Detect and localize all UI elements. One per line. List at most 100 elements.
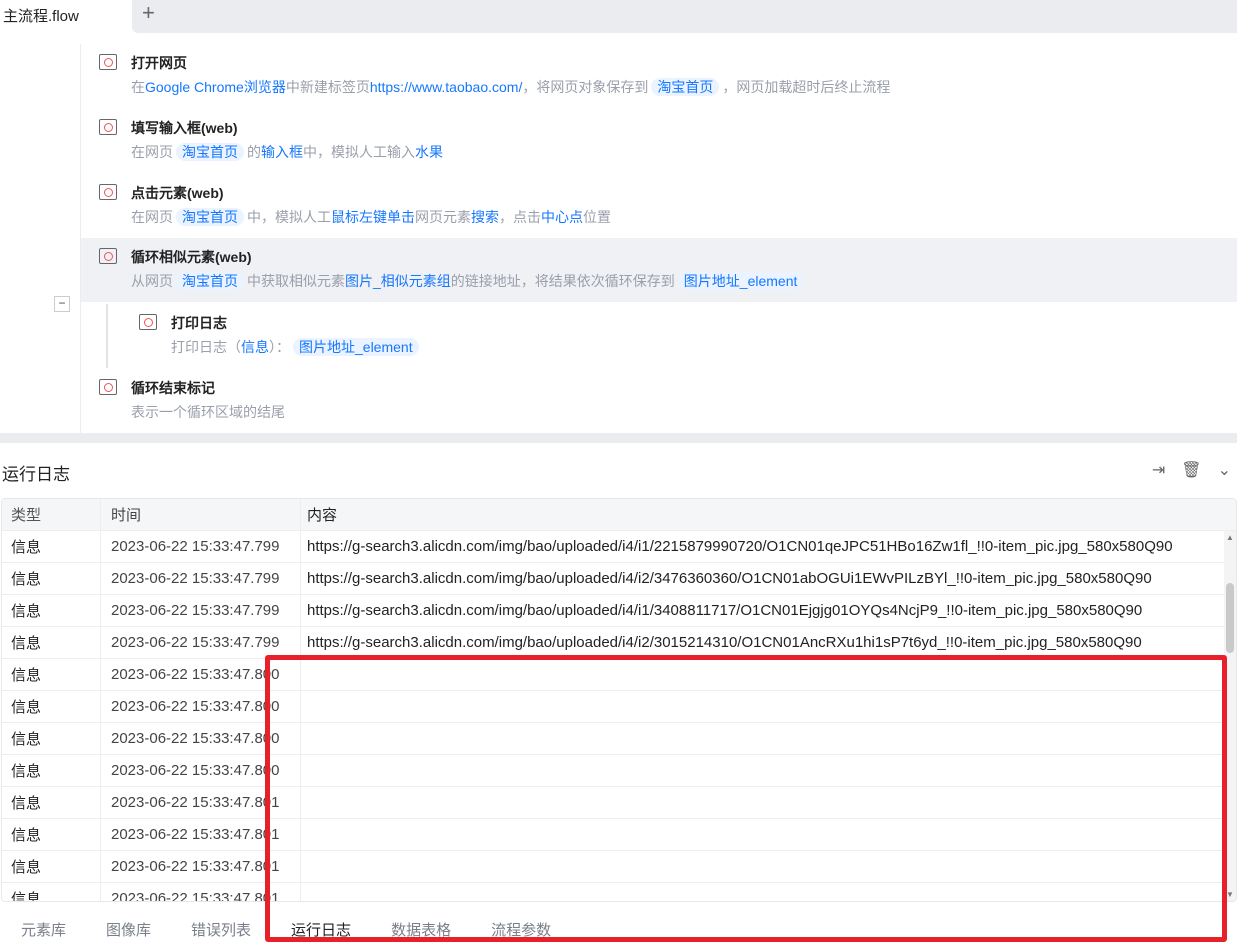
log-table: 类型 时间 内容 信息 2023-06-22 15:33:47.799 https:… bbox=[1, 498, 1237, 902]
table-row[interactable]: 信息 2023-06-22 15:33:47.799 https://g-searc… bbox=[2, 531, 1236, 563]
bottom-tab[interactable]: 运行日志 bbox=[291, 919, 351, 950]
cell-content: https://g-search3.alicdn.com/img/bao/upl… bbox=[307, 634, 1142, 651]
cell-type: 信息 bbox=[2, 563, 101, 594]
table-row[interactable]: 信息 2023-06-22 15:33:47.801 bbox=[2, 851, 1236, 883]
cell-time: 2023-06-22 15:33:47.800 bbox=[101, 659, 301, 690]
desc-fragment: https://www.taobao.com/ bbox=[369, 79, 523, 95]
scroll-up-icon[interactable]: ▲ bbox=[1226, 533, 1234, 542]
table-row[interactable]: 信息 2023-06-22 15:33:47.799 https://g-searc… bbox=[2, 595, 1236, 627]
file-tab-bar: 主流程.flow + bbox=[0, 0, 1237, 34]
flow-editor: − 打开网页 在Google Chrome浏览器中新建标签页https://www… bbox=[0, 34, 1237, 433]
flow-step[interactable]: 填写输入框(web) 在网页 淘宝首页 的输入框中，模拟人工输入水果 bbox=[81, 109, 1237, 173]
cell-content: https://g-search3.alicdn.com/img/bao/upl… bbox=[307, 602, 1143, 619]
cell-time: 2023-06-22 15:33:47.800 bbox=[101, 691, 301, 722]
loop-nest-line bbox=[106, 304, 108, 368]
bottom-tab[interactable]: 错误列表 bbox=[191, 919, 251, 950]
step-icon bbox=[139, 314, 157, 330]
cell-content: https://g-search3.alicdn.com/img/bao/upl… bbox=[307, 538, 1173, 555]
step-description: 在网页 淘宝首页 中，模拟人工鼠标左键单击网页元素搜索，点击中心点位置 bbox=[131, 207, 611, 227]
cell-content bbox=[301, 691, 1224, 722]
desc-fragment: 的 bbox=[247, 144, 261, 160]
desc-fragment: ，点击 bbox=[499, 209, 541, 225]
scroll-down-icon[interactable]: ▼ bbox=[1226, 890, 1234, 899]
cell-type: 信息 bbox=[2, 531, 101, 562]
table-row[interactable]: 信息 2023-06-22 15:33:47.799 https://g-searc… bbox=[2, 627, 1236, 659]
desc-fragment: 网页元素 bbox=[415, 209, 471, 225]
cell-time: 2023-06-22 15:33:47.800 bbox=[101, 755, 301, 786]
table-row[interactable]: 信息 2023-06-22 15:33:47.800 bbox=[2, 659, 1236, 691]
cell-type: 信息 bbox=[2, 691, 101, 722]
desc-fragment: 中心点 bbox=[541, 209, 583, 225]
desc-fragment: 输入框 bbox=[261, 144, 303, 160]
step-title: 循环相似元素(web) bbox=[131, 249, 252, 265]
flow-step[interactable]: 打印日志 打印日志（信息）： 图片地址_element bbox=[121, 304, 1237, 368]
cell-time: 2023-06-22 15:33:47.800 bbox=[101, 723, 301, 754]
table-row[interactable]: 信息 2023-06-22 15:33:47.801 bbox=[2, 819, 1236, 851]
cell-content bbox=[301, 787, 1224, 818]
tab-main-flow[interactable]: 主流程.flow bbox=[0, 0, 132, 34]
cell-time: 2023-06-22 15:33:47.799 bbox=[101, 563, 301, 594]
collapse-loop-button[interactable]: − bbox=[54, 296, 70, 312]
desc-fragment: 信息 bbox=[241, 339, 269, 355]
desc-fragment: ，将网页对象保存到 bbox=[522, 79, 649, 95]
table-row[interactable]: 信息 2023-06-22 15:33:47.800 bbox=[2, 723, 1236, 755]
desc-fragment: 从网页 bbox=[131, 273, 173, 289]
bottom-tabs: 元素库 图像库 错误列表 运行日志 数据表格 流程参数 bbox=[0, 903, 1237, 950]
table-scrollbar[interactable]: ▲ ▼ bbox=[1224, 531, 1236, 901]
variable-chip[interactable]: 淘宝首页 bbox=[651, 78, 720, 96]
cell-type: 信息 bbox=[2, 627, 101, 658]
export-log-icon[interactable]: ⇥ bbox=[1152, 460, 1165, 480]
variable-chip[interactable]: 淘宝首页 bbox=[176, 143, 244, 161]
panel-splitter[interactable] bbox=[0, 433, 1237, 443]
step-icon bbox=[99, 119, 117, 135]
cell-type: 信息 bbox=[2, 659, 101, 690]
flow-step[interactable]: 循环相似元素(web) 从网页 淘宝首页 中获取相似元素图片_相似元素组的链接地址，将… bbox=[81, 238, 1237, 302]
cell-time: 2023-06-22 15:33:47.799 bbox=[101, 627, 301, 658]
table-row[interactable]: 信息 2023-06-22 15:33:47.801 bbox=[2, 883, 1236, 901]
cell-content bbox=[301, 851, 1224, 882]
scrollbar-thumb[interactable] bbox=[1226, 583, 1234, 653]
desc-fragment: 鼠标左键单击 bbox=[331, 209, 415, 225]
chevron-down-icon[interactable]: ⌄ bbox=[1218, 460, 1231, 480]
cell-type: 信息 bbox=[2, 723, 101, 754]
table-row[interactable]: 信息 2023-06-22 15:33:47.801 bbox=[2, 787, 1236, 819]
desc-fragment: 中，模拟人工 bbox=[247, 209, 331, 225]
cell-type: 信息 bbox=[2, 755, 101, 786]
log-panel-title: 运行日志 bbox=[2, 465, 70, 484]
flow-step[interactable]: 点击元素(web) 在网页 淘宝首页 中，模拟人工鼠标左键单击网页元素搜索，点击中心点… bbox=[81, 174, 1237, 238]
cell-content: https://g-search3.alicdn.com/img/bao/upl… bbox=[307, 570, 1152, 587]
flow-step[interactable]: 打开网页 在Google Chrome浏览器中新建标签页https://www.t… bbox=[81, 44, 1237, 108]
variable-chip[interactable]: 图片地址_element bbox=[677, 272, 804, 290]
table-row[interactable]: 信息 2023-06-22 15:33:47.800 bbox=[2, 755, 1236, 787]
flow-step[interactable]: 循环结束标记 表示一个循环区域的结尾 bbox=[81, 369, 1237, 433]
step-title: 填写输入框(web) bbox=[131, 120, 238, 136]
step-icon bbox=[99, 248, 117, 264]
bottom-tab[interactable]: 元素库 bbox=[21, 919, 66, 950]
variable-chip[interactable]: 淘宝首页 bbox=[176, 272, 244, 290]
cell-content bbox=[301, 755, 1224, 786]
desc-fragment: Google Chrome浏览器 bbox=[145, 79, 286, 95]
variable-chip[interactable]: 图片地址_element bbox=[293, 338, 419, 356]
desc-fragment: 水果 bbox=[415, 144, 443, 160]
step-description: 在网页 淘宝首页 的输入框中，模拟人工输入水果 bbox=[131, 142, 443, 162]
trash-icon[interactable]: 🗑 bbox=[1181, 460, 1201, 480]
variable-chip[interactable]: 淘宝首页 bbox=[176, 208, 244, 226]
bottom-tab[interactable]: 数据表格 bbox=[391, 919, 451, 950]
cell-content bbox=[301, 723, 1224, 754]
cell-type: 信息 bbox=[2, 787, 101, 818]
desc-fragment: 的链接地址，将结果依次循环保存到 bbox=[450, 273, 675, 289]
cell-time: 2023-06-22 15:33:47.801 bbox=[101, 883, 301, 901]
cell-type: 信息 bbox=[2, 883, 101, 901]
table-row[interactable]: 信息 2023-06-22 15:33:47.800 bbox=[2, 691, 1236, 723]
column-time: 时间 bbox=[101, 499, 301, 530]
cell-time: 2023-06-22 15:33:47.801 bbox=[101, 787, 301, 818]
bottom-tab[interactable]: 图像库 bbox=[106, 919, 151, 950]
cell-time: 2023-06-22 15:33:47.799 bbox=[101, 531, 301, 562]
desc-fragment: 在网页 bbox=[131, 209, 173, 225]
desc-fragment: 中，模拟人工输入 bbox=[303, 144, 415, 160]
bottom-tab[interactable]: 流程参数 bbox=[491, 919, 551, 950]
cell-type: 信息 bbox=[2, 595, 101, 626]
cell-content bbox=[301, 819, 1224, 850]
table-row[interactable]: 信息 2023-06-22 15:33:47.799 https://g-searc… bbox=[2, 563, 1236, 595]
add-tab-button[interactable]: + bbox=[142, 0, 162, 26]
